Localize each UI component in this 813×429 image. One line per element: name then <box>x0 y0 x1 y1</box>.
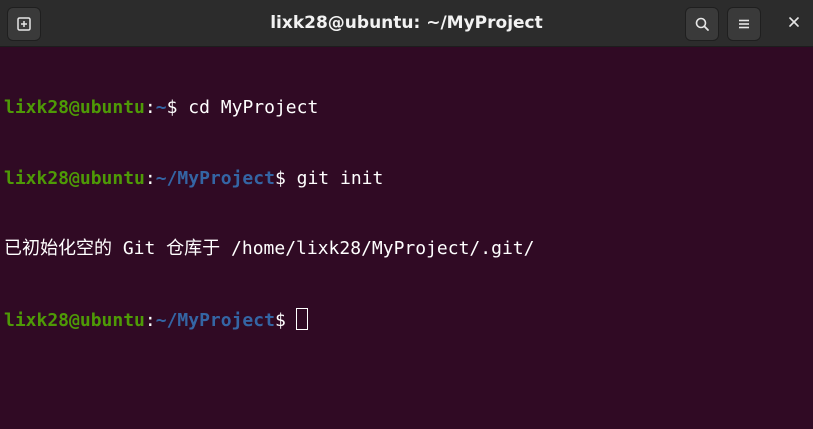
prompt-dollar: $ <box>166 97 178 118</box>
terminal-line: lixk28@ubuntu:~$ cd MyProject <box>4 96 813 120</box>
header-bar: lixk28@ubuntu: ~/MyProject <box>0 0 813 47</box>
prompt-path: ~ <box>155 97 167 118</box>
close-icon <box>788 15 800 33</box>
prompt-user: lixk28@ubuntu <box>4 309 145 331</box>
close-button[interactable] <box>783 13 805 35</box>
prompt-colon: : <box>144 309 156 331</box>
prompt-path: ~/MyProject <box>155 309 275 331</box>
terminal-line: 已初始化空的 Git 仓库于 /home/lixk28/MyProject/.g… <box>4 237 813 261</box>
terminal-line: lixk28@ubuntu:~/MyProject$ git init <box>4 167 813 191</box>
prompt-dollar: $ <box>274 309 286 331</box>
search-button[interactable] <box>685 7 719 41</box>
menu-button[interactable] <box>727 7 761 41</box>
search-icon <box>694 16 710 32</box>
prompt-user: lixk28@ubuntu <box>4 167 145 189</box>
terminal-window: lixk28@ubuntu: ~/MyProject lixk28@ubuntu… <box>0 0 813 429</box>
command-text: cd MyProject <box>177 97 319 118</box>
terminal-cursor <box>295 307 308 330</box>
window-title: lixk28@ubuntu: ~/MyProject <box>270 13 543 33</box>
command-output: 已初始化空的 Git 仓库于 /home/lixk28/MyProject/.g… <box>4 238 535 259</box>
hamburger-menu-icon <box>736 16 752 32</box>
prompt-user: lixk28@ubuntu <box>4 97 145 118</box>
prompt-path: ~/MyProject <box>155 167 275 189</box>
terminal-line: lixk28@ubuntu:~/MyProject$ <box>4 307 813 332</box>
prompt-dollar: $ <box>274 167 286 189</box>
prompt-colon: : <box>144 167 156 189</box>
command-text: git init <box>285 167 384 189</box>
terminal-output[interactable]: lixk28@ubuntu:~$ cd MyProject lixk28@ubu… <box>0 48 813 429</box>
prompt-colon: : <box>144 97 156 118</box>
new-tab-button[interactable] <box>7 7 41 41</box>
new-tab-icon <box>16 16 32 32</box>
